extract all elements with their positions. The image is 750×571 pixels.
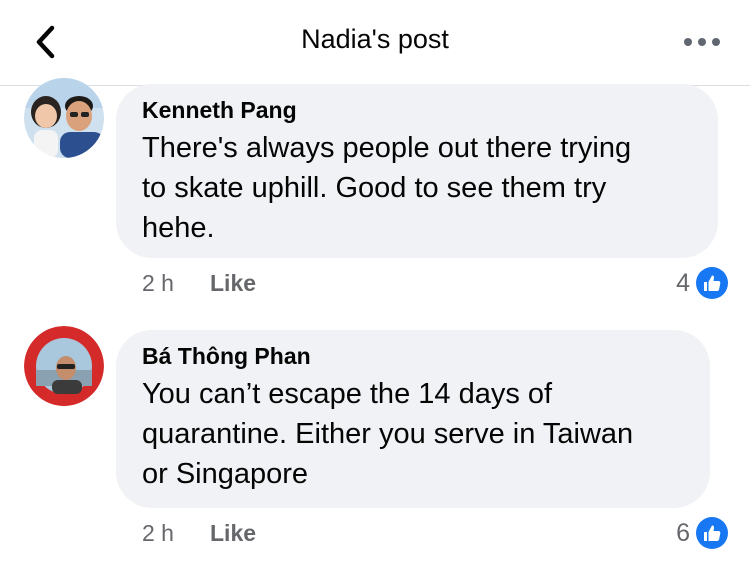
comment-text-line: to skate uphill. Good to see them try <box>142 172 607 204</box>
reaction-count: 4 <box>676 268 690 297</box>
comment-text-line: There's always people out there trying <box>142 132 632 164</box>
comment-author[interactable]: Kenneth Pang <box>142 94 692 126</box>
page-title: Nadia's post <box>301 24 449 54</box>
avatar[interactable] <box>24 326 104 406</box>
comment-author[interactable]: Bá Thông Phan <box>142 340 684 372</box>
comment-timestamp[interactable]: 2 h <box>142 268 174 298</box>
like-button[interactable]: Like <box>210 518 256 548</box>
thumbs-up-icon <box>696 517 728 549</box>
more-options-button[interactable] <box>680 28 724 56</box>
reaction-summary[interactable]: 6 <box>676 516 728 550</box>
avatar-photo <box>24 326 104 406</box>
reaction-count: 6 <box>676 518 690 547</box>
comment-text: There's always people out there trying t… <box>142 128 692 248</box>
top-bar: Nadia's post <box>0 0 750 86</box>
avatar-photo <box>24 78 104 158</box>
chevron-left-icon <box>36 25 55 59</box>
reaction-summary[interactable]: 4 <box>676 266 728 300</box>
comment-text-line: You can’t escape the 14 days of <box>142 378 553 410</box>
comment-text-line: hehe. <box>142 212 215 244</box>
like-button[interactable]: Like <box>210 268 256 298</box>
comment-text-line: quarantine. Either you serve in Taiwan <box>142 418 634 450</box>
more-horizontal-icon <box>684 38 692 46</box>
back-button[interactable] <box>28 22 64 62</box>
comment-text: You can’t escape the 14 days of quaranti… <box>142 374 684 494</box>
avatar[interactable] <box>24 78 104 158</box>
comment-text-line: or Singapore <box>142 458 309 490</box>
comment-bubble: Kenneth Pang There's always people out t… <box>116 84 718 258</box>
thumbs-up-icon <box>696 267 728 299</box>
comment-bubble: Bá Thông Phan You can’t escape the 14 da… <box>116 330 710 508</box>
comment-timestamp[interactable]: 2 h <box>142 518 174 548</box>
